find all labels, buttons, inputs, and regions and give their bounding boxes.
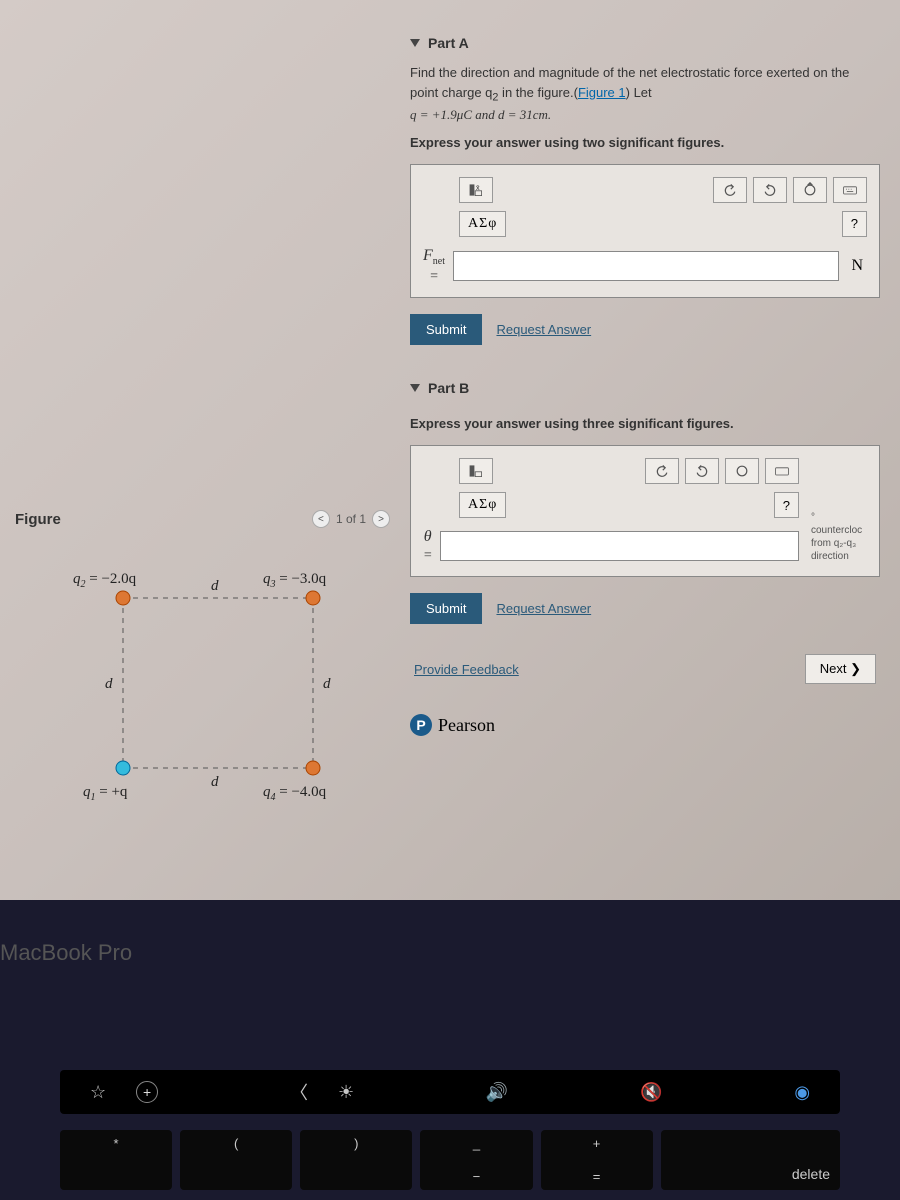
key-paren-open[interactable]: ( (180, 1130, 292, 1190)
part-b-label: Part B (428, 380, 469, 396)
part-b-answer-box: ΑΣφ ? θ= ° countercloc from q₂-q₃ direct… (410, 445, 880, 577)
pearson-p-icon: P (410, 714, 432, 736)
templates-button[interactable]: x̄ (459, 177, 493, 203)
svg-text:d: d (211, 774, 219, 790)
undo-button[interactable] (645, 458, 679, 484)
pearson-logo: P Pearson (410, 714, 880, 736)
part-a-submit-button[interactable]: Submit (410, 314, 482, 345)
pearson-text: Pearson (438, 715, 495, 736)
template-icon: x̄ (468, 182, 484, 198)
keyboard-icon (774, 463, 790, 479)
keyboard-button[interactable] (833, 177, 867, 203)
key-minus[interactable]: _ − (420, 1130, 532, 1190)
new-tab-icon[interactable]: + (136, 1081, 158, 1103)
key-delete[interactable]: delete (661, 1130, 840, 1190)
greek-button[interactable]: ΑΣφ (459, 492, 506, 518)
keyboard-icon (842, 182, 858, 198)
collapse-icon (410, 39, 420, 47)
part-a-instruction: Express your answer using two significan… (410, 135, 880, 150)
svg-text:q3 = −3.0q: q3 = −3.0q (263, 571, 327, 590)
brightness-icon[interactable]: ☀ (338, 1082, 354, 1103)
part-a-header[interactable]: Part A (410, 10, 880, 63)
svg-text:d: d (211, 578, 219, 594)
key-asterisk[interactable]: * (60, 1130, 172, 1190)
fnet-label: Fnet= (423, 247, 445, 285)
reset-button[interactable] (725, 458, 759, 484)
key-equals[interactable]: + = (541, 1130, 653, 1190)
theta-input[interactable] (440, 531, 799, 561)
part-b-header[interactable]: Part B (410, 355, 880, 408)
collapse-icon (410, 384, 420, 392)
help-button[interactable]: ? (774, 492, 799, 518)
figure-diagram: q2 = −2.0q q3 = −3.0q q1 = +q q4 = −4.0q… (43, 548, 363, 808)
keyboard-row: * ( ) _ − + = delete (60, 1130, 840, 1190)
siri-icon[interactable]: ◉ (794, 1082, 810, 1103)
part-b-request-answer-link[interactable]: Request Answer (496, 601, 591, 616)
redo-button[interactable] (753, 177, 787, 203)
volume-icon[interactable]: 🔊 (486, 1082, 508, 1103)
undo-button[interactable] (713, 177, 747, 203)
undo-icon (654, 463, 670, 479)
part-a-prompt: Find the direction and magnitude of the … (410, 63, 880, 125)
fnet-unit: N (847, 257, 867, 275)
back-icon[interactable]: 〈 (290, 1079, 308, 1105)
greek-button[interactable]: ΑΣφ (459, 211, 506, 237)
figure-link[interactable]: Figure 1 (578, 85, 626, 100)
theta-unit-note: ° countercloc from q₂-q₃ direction (811, 511, 881, 563)
part-b-instruction: Express your answer using three signific… (410, 416, 880, 431)
part-a-label: Part A (428, 35, 469, 51)
star-icon[interactable]: ☆ (90, 1082, 106, 1103)
templates-button[interactable] (459, 458, 493, 484)
macbook-label: MacBook Pro (0, 940, 132, 966)
provide-feedback-link[interactable]: Provide Feedback (414, 662, 519, 677)
next-button[interactable]: Next ❯ (805, 654, 876, 684)
svg-text:q2 = −2.0q: q2 = −2.0q (73, 571, 137, 590)
svg-text:q1 = +q: q1 = +q (83, 784, 128, 803)
reset-icon (802, 182, 818, 198)
figure-panel: Figure < 1 of 1 > q2 = −2.0q (15, 510, 390, 808)
part-b-submit-button[interactable]: Submit (410, 593, 482, 624)
svg-text:q4 = −4.0q: q4 = −4.0q (263, 784, 327, 803)
figure-pager: < 1 of 1 > (312, 510, 390, 528)
redo-icon (762, 182, 778, 198)
figure-next-button[interactable]: > (372, 510, 390, 528)
mute-icon[interactable]: 🔇 (640, 1082, 662, 1103)
reset-button[interactable] (793, 177, 827, 203)
svg-text:d: d (105, 676, 113, 692)
part-a-request-answer-link[interactable]: Request Answer (496, 322, 591, 337)
theta-label: θ= (423, 528, 432, 564)
part-a-answer-box: x̄ ΑΣφ ? (410, 164, 880, 298)
fnet-input[interactable] (453, 251, 839, 281)
help-button[interactable]: ? (842, 211, 867, 237)
touchbar: ☆ + 〈 ☀ 🔊 🔇 ◉ (60, 1070, 840, 1114)
template-icon (468, 463, 484, 479)
figure-title: Figure (15, 511, 61, 528)
reset-icon (734, 463, 750, 479)
svg-text:d: d (323, 676, 331, 692)
redo-icon (694, 463, 710, 479)
key-paren-close[interactable]: ) (300, 1130, 412, 1190)
figure-page-indicator: 1 of 1 (336, 512, 366, 526)
undo-icon (722, 182, 738, 198)
keyboard-button[interactable] (765, 458, 799, 484)
redo-button[interactable] (685, 458, 719, 484)
figure-prev-button[interactable]: < (312, 510, 330, 528)
